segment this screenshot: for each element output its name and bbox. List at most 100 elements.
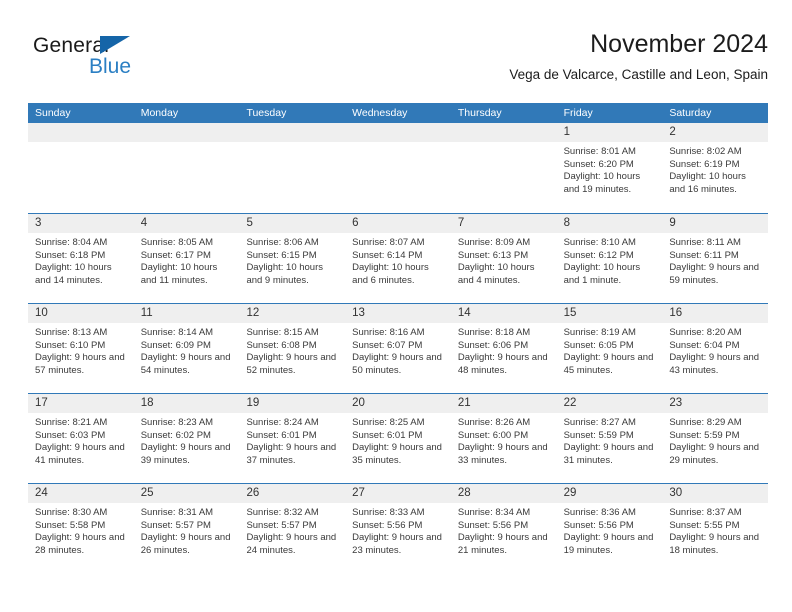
sunset-text: Sunset: 6:15 PM (246, 249, 317, 261)
sunrise-text: Sunrise: 8:30 AM (35, 507, 108, 518)
sunrise-text: Sunrise: 8:16 AM (352, 327, 425, 338)
day-number: 19 (239, 394, 346, 413)
calendar-day-cell[interactable]: 24 Sunrise: 8:30 AM Sunset: 5:58 PM Dayligh… (28, 484, 134, 573)
daylight-text: Daylight: 9 hours and 54 minutes. (140, 352, 231, 376)
day-number: 26 (239, 484, 346, 503)
calendar-day-cell[interactable]: 27 Sunrise: 8:33 AM Sunset: 5:56 PM Dayligh… (345, 484, 451, 573)
calendar-week-row: 17 Sunrise: 8:21 AM Sunset: 6:03 PM Dayligh… (28, 393, 769, 483)
calendar-day-cell[interactable]: 13 Sunrise: 8:16 AM Sunset: 6:07 PM Dayligh… (345, 304, 451, 393)
daylight-text: Daylight: 9 hours and 26 minutes. (140, 532, 231, 556)
weekday-header-friday: Friday (563, 107, 593, 119)
daylight-text: Daylight: 9 hours and 50 minutes. (352, 352, 442, 376)
day-details: Sunrise: 8:11 AM Sunset: 6:11 PM Daylight:… (662, 233, 768, 287)
day-details: Sunrise: 8:16 AM Sunset: 6:07 PM Daylight:… (345, 323, 451, 377)
day-number: 23 (662, 394, 769, 413)
daylight-text: Daylight: 9 hours and 57 minutes. (35, 352, 125, 376)
calendar-day-cell[interactable]: 4 Sunrise: 8:05 AM Sunset: 6:17 PM Daylight… (133, 214, 240, 303)
day-details: Sunrise: 8:24 AM Sunset: 6:01 PM Daylight:… (239, 413, 345, 467)
weekday-header-monday: Monday (140, 107, 179, 119)
calendar-day-cell[interactable]: 26 Sunrise: 8:32 AM Sunset: 5:57 PM Dayligh… (239, 484, 346, 573)
day-number (239, 123, 346, 142)
sunrise-text: Sunrise: 8:05 AM (140, 237, 214, 248)
sunset-text: Sunset: 6:14 PM (352, 249, 423, 261)
calendar-day-cell[interactable]: 10 Sunrise: 8:13 AM Sunset: 6:10 PM Dayligh… (28, 304, 134, 393)
sunrise-text: Sunrise: 8:15 AM (246, 327, 319, 338)
brand-name-blue: Blue (89, 55, 132, 78)
weekday-header-saturday: Saturday (669, 107, 712, 119)
calendar-day-cell[interactable]: 21 Sunrise: 8:26 AM Sunset: 6:00 PM Dayligh… (450, 394, 557, 483)
calendar-day-cell[interactable]: 29 Sunrise: 8:36 AM Sunset: 5:56 PM Dayligh… (556, 484, 663, 573)
day-details: Sunrise: 8:30 AM Sunset: 5:58 PM Daylight:… (28, 503, 134, 557)
sunset-text: Sunset: 5:57 PM (140, 519, 211, 531)
sunrise-text: Sunrise: 8:19 AM (563, 327, 636, 338)
day-details: Sunrise: 8:36 AM Sunset: 5:56 PM Daylight:… (557, 503, 663, 557)
sunrise-text: Sunrise: 8:25 AM (352, 417, 425, 428)
calendar-day-cell[interactable]: 6 Sunrise: 8:07 AM Sunset: 6:14 PM Daylight… (345, 214, 451, 303)
sunrise-text: Sunrise: 8:27 AM (563, 417, 636, 428)
calendar-day-cell[interactable]: 5 Sunrise: 8:06 AM Sunset: 6:15 PM Daylight… (239, 214, 346, 303)
calendar-day-cell[interactable]: 16 Sunrise: 8:20 AM Sunset: 6:04 PM Dayligh… (662, 304, 769, 393)
triangle-icon (100, 36, 130, 54)
sunrise-text: Sunrise: 8:23 AM (140, 417, 214, 428)
day-number (345, 123, 451, 142)
sunset-text: Sunset: 6:07 PM (352, 339, 423, 351)
title-block: November 2024 Vega de Valcarce, Castille… (509, 28, 768, 84)
sunrise-text: Sunrise: 8:31 AM (140, 507, 214, 518)
sunrise-text: Sunrise: 8:36 AM (563, 507, 636, 518)
day-number: 10 (28, 304, 134, 323)
day-number: 18 (133, 394, 240, 413)
calendar-day-cell[interactable]: 1 Sunrise: 8:01 AM Sunset: 6:20 PM Daylight… (556, 123, 663, 213)
sunset-text: Sunset: 6:05 PM (563, 339, 634, 351)
calendar-day-cell[interactable]: 25 Sunrise: 8:31 AM Sunset: 5:57 PM Dayligh… (133, 484, 240, 573)
day-details: Sunrise: 8:31 AM Sunset: 5:57 PM Daylight:… (134, 503, 240, 557)
calendar-day-cell[interactable]: 17 Sunrise: 8:21 AM Sunset: 6:03 PM Dayligh… (28, 394, 134, 483)
calendar-day-cell[interactable]: 23 Sunrise: 8:29 AM Sunset: 5:59 PM Dayligh… (662, 394, 769, 483)
day-details: Sunrise: 8:25 AM Sunset: 6:01 PM Daylight:… (345, 413, 451, 467)
calendar-day-cell[interactable]: 22 Sunrise: 8:27 AM Sunset: 5:59 PM Dayligh… (556, 394, 663, 483)
day-number: 3 (28, 214, 134, 233)
day-number: 5 (239, 214, 346, 233)
sunrise-text: Sunrise: 8:21 AM (35, 417, 108, 428)
sunrise-text: Sunrise: 8:37 AM (669, 507, 742, 518)
day-number (450, 123, 557, 142)
day-details: Sunrise: 8:05 AM Sunset: 6:17 PM Daylight:… (134, 233, 240, 287)
sunset-text: Sunset: 5:59 PM (669, 429, 740, 441)
sunrise-text: Sunrise: 8:33 AM (352, 507, 425, 518)
day-number: 17 (28, 394, 134, 413)
calendar-day-cell[interactable]: 7 Sunrise: 8:09 AM Sunset: 6:13 PM Daylight… (450, 214, 557, 303)
day-details: Sunrise: 8:13 AM Sunset: 6:10 PM Daylight:… (28, 323, 134, 377)
day-number: 12 (239, 304, 346, 323)
calendar-day-cell[interactable]: 14 Sunrise: 8:18 AM Sunset: 6:06 PM Dayligh… (450, 304, 557, 393)
calendar-day-cell[interactable]: 2 Sunrise: 8:02 AM Sunset: 6:19 PM Daylight… (662, 123, 769, 213)
calendar-day-cell[interactable]: 12 Sunrise: 8:15 AM Sunset: 6:08 PM Dayligh… (239, 304, 346, 393)
daylight-text: Daylight: 9 hours and 29 minutes. (669, 442, 760, 466)
sunset-text: Sunset: 6:10 PM (35, 339, 106, 351)
calendar-day-cell[interactable]: 8 Sunrise: 8:10 AM Sunset: 6:12 PM Daylight… (556, 214, 663, 303)
sunset-text: Sunset: 6:13 PM (457, 249, 529, 261)
calendar-day-cell[interactable]: 9 Sunrise: 8:11 AM Sunset: 6:11 PM Daylight… (662, 214, 769, 303)
calendar-day-cell[interactable]: 3 Sunrise: 8:04 AM Sunset: 6:18 PM Daylight… (28, 214, 134, 303)
weekday-header-thursday: Thursday (457, 107, 502, 119)
calendar-day-cell[interactable]: 20 Sunrise: 8:25 AM Sunset: 6:01 PM Dayligh… (345, 394, 451, 483)
sunrise-text: Sunrise: 8:04 AM (35, 237, 108, 248)
calendar-day-cell[interactable]: 30 Sunrise: 8:37 AM Sunset: 5:55 PM Dayligh… (662, 484, 769, 573)
brand-logo[interactable]: General Blue (28, 30, 248, 90)
calendar-day-cell[interactable]: 11 Sunrise: 8:14 AM Sunset: 6:09 PM Dayligh… (133, 304, 240, 393)
daylight-text: Daylight: 9 hours and 28 minutes. (35, 532, 125, 556)
sunset-text: Sunset: 5:59 PM (563, 429, 634, 441)
day-number: 8 (556, 214, 663, 233)
day-number: 6 (345, 214, 451, 233)
sunset-text: Sunset: 5:56 PM (563, 519, 634, 531)
day-details: Sunrise: 8:02 AM Sunset: 6:19 PM Daylight:… (662, 142, 768, 196)
calendar-day-cell[interactable]: 18 Sunrise: 8:23 AM Sunset: 6:02 PM Dayligh… (133, 394, 240, 483)
calendar-day-cell[interactable]: 28 Sunrise: 8:34 AM Sunset: 5:56 PM Dayligh… (450, 484, 557, 573)
sunset-text: Sunset: 6:17 PM (140, 249, 211, 261)
calendar-day-cell[interactable]: 15 Sunrise: 8:19 AM Sunset: 6:05 PM Dayligh… (556, 304, 663, 393)
day-details: Sunrise: 8:06 AM Sunset: 6:15 PM Daylight:… (239, 233, 345, 287)
sunset-text: Sunset: 6:19 PM (669, 158, 740, 170)
day-details: Sunrise: 8:29 AM Sunset: 5:59 PM Daylight:… (662, 413, 768, 467)
day-number: 27 (345, 484, 451, 503)
day-number: 11 (133, 304, 240, 323)
daylight-text: Daylight: 10 hours and 9 minutes. (246, 262, 324, 286)
calendar-day-cell[interactable]: 19 Sunrise: 8:24 AM Sunset: 6:01 PM Dayligh… (239, 394, 346, 483)
